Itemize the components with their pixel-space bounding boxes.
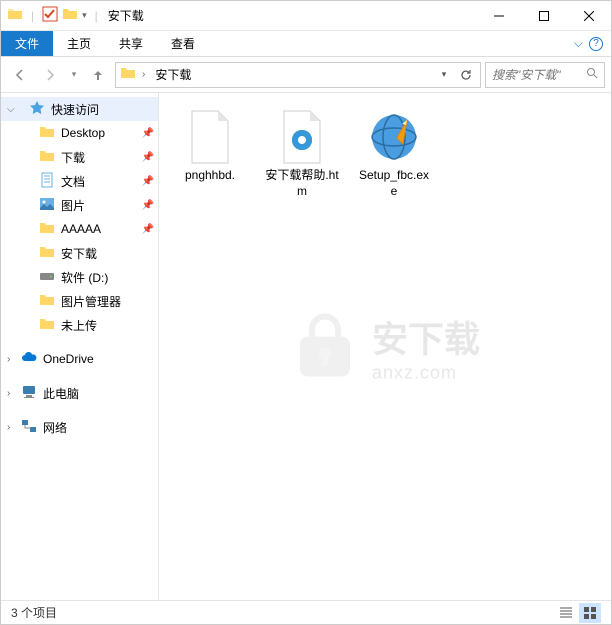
body: ⌵ 快速访问 Desktop 📌 下载 📌 文档 📌 图片 📌 AAAAA	[1, 93, 611, 600]
folder-icon	[39, 124, 55, 143]
search-icon[interactable]	[586, 67, 598, 82]
folder-icon	[39, 148, 55, 167]
chevron-down-icon[interactable]: ⌵	[574, 36, 583, 51]
chevron-right-icon[interactable]: ›	[142, 69, 145, 80]
search-box[interactable]	[485, 62, 605, 88]
sidebar-thispc[interactable]: › 此电脑	[1, 381, 158, 405]
view-icons-button[interactable]	[579, 603, 601, 623]
help-icon[interactable]: ?	[589, 37, 603, 51]
sidebar-item-documents[interactable]: 文档 📌	[1, 169, 158, 193]
sidebar-item-picmgr[interactable]: 图片管理器	[1, 289, 158, 313]
search-input[interactable]	[492, 68, 582, 82]
folder-icon	[120, 65, 136, 84]
sidebar-onedrive[interactable]: › OneDrive	[1, 347, 158, 371]
recent-dropdown[interactable]: ▾	[67, 62, 81, 88]
tab-home[interactable]: 主页	[53, 31, 105, 56]
window-title: 安下载	[108, 7, 144, 24]
cloud-icon	[21, 350, 37, 369]
sidebar-item-desktop[interactable]: Desktop 📌	[1, 121, 158, 145]
status-item-count: 3 个项目	[11, 604, 57, 621]
folder-icon	[7, 6, 23, 25]
folder-icon	[39, 220, 55, 239]
pin-icon: 📌	[142, 224, 154, 235]
expand-icon[interactable]: ›	[7, 388, 10, 399]
sidebar-item-pictures[interactable]: 图片 📌	[1, 193, 158, 217]
refresh-button[interactable]	[456, 64, 476, 86]
file-list[interactable]: pnghhbd. 安下载帮助.htm Setup_fbc.exe 安下载 anx…	[159, 93, 611, 600]
sidebar-item-downloads[interactable]: 下载 📌	[1, 145, 158, 169]
pin-icon: 📌	[142, 152, 154, 163]
checkbox-icon[interactable]	[42, 6, 58, 25]
exe-file-icon	[367, 110, 421, 164]
folder-icon	[39, 244, 55, 263]
back-button[interactable]	[7, 62, 33, 88]
sidebar-quick-access[interactable]: ⌵ 快速访问	[1, 97, 158, 121]
separator: |	[95, 9, 98, 23]
tab-file[interactable]: 文件	[1, 31, 53, 56]
title-bar: | ▾ | 安下载	[1, 1, 611, 31]
folder-icon	[62, 6, 78, 25]
sidebar: ⌵ 快速访问 Desktop 📌 下载 📌 文档 📌 图片 📌 AAAAA	[1, 93, 159, 600]
expand-icon[interactable]: ›	[7, 422, 10, 433]
tab-share[interactable]: 共享	[105, 31, 157, 56]
pin-icon: 📌	[142, 200, 154, 211]
view-details-button[interactable]	[555, 603, 577, 623]
star-icon	[29, 100, 45, 119]
drive-icon	[39, 268, 55, 287]
close-button[interactable]	[566, 1, 611, 31]
file-name: 安下载帮助.htm	[264, 168, 340, 199]
file-icon	[183, 110, 237, 164]
expand-icon[interactable]: ›	[7, 354, 10, 365]
computer-icon	[21, 384, 37, 403]
collapse-icon[interactable]: ⌵	[7, 104, 15, 115]
file-name: Setup_fbc.exe	[356, 168, 432, 199]
forward-button[interactable]	[37, 62, 63, 88]
folder-icon	[39, 292, 55, 311]
watermark: 安下载 anxz.com	[290, 310, 480, 383]
document-icon	[39, 172, 55, 191]
sidebar-item-notuploaded[interactable]: 未上传	[1, 313, 158, 337]
picture-icon	[39, 196, 55, 215]
sidebar-item-drive-d[interactable]: 软件 (D:)	[1, 265, 158, 289]
file-item[interactable]: 安下载帮助.htm	[261, 103, 343, 206]
navigation-bar: ▾ › 安下载 ▾	[1, 57, 611, 93]
sidebar-item-anxz[interactable]: 安下载	[1, 241, 158, 265]
sidebar-network[interactable]: › 网络	[1, 415, 158, 439]
dropdown-icon[interactable]: ▾	[82, 10, 87, 21]
status-bar: 3 个项目	[1, 600, 611, 624]
maximize-button[interactable]	[521, 1, 566, 31]
file-name: pnghhbd.	[185, 168, 235, 184]
file-item[interactable]: Setup_fbc.exe	[353, 103, 435, 206]
sidebar-item-aaaaa[interactable]: AAAAA 📌	[1, 217, 158, 241]
minimize-button[interactable]	[476, 1, 521, 31]
ribbon: 文件 主页 共享 查看 ⌵ ?	[1, 31, 611, 57]
file-item[interactable]: pnghhbd.	[169, 103, 251, 191]
tab-view[interactable]: 查看	[157, 31, 209, 56]
breadcrumb[interactable]: 安下载	[151, 64, 195, 85]
pin-icon: 📌	[142, 176, 154, 187]
address-bar[interactable]: › 安下载 ▾	[115, 62, 481, 88]
html-file-icon	[275, 110, 329, 164]
pin-icon: 📌	[142, 128, 154, 139]
address-dropdown[interactable]: ▾	[434, 64, 454, 86]
network-icon	[21, 418, 37, 437]
folder-icon	[39, 316, 55, 335]
separator: |	[31, 9, 34, 23]
up-button[interactable]	[85, 62, 111, 88]
